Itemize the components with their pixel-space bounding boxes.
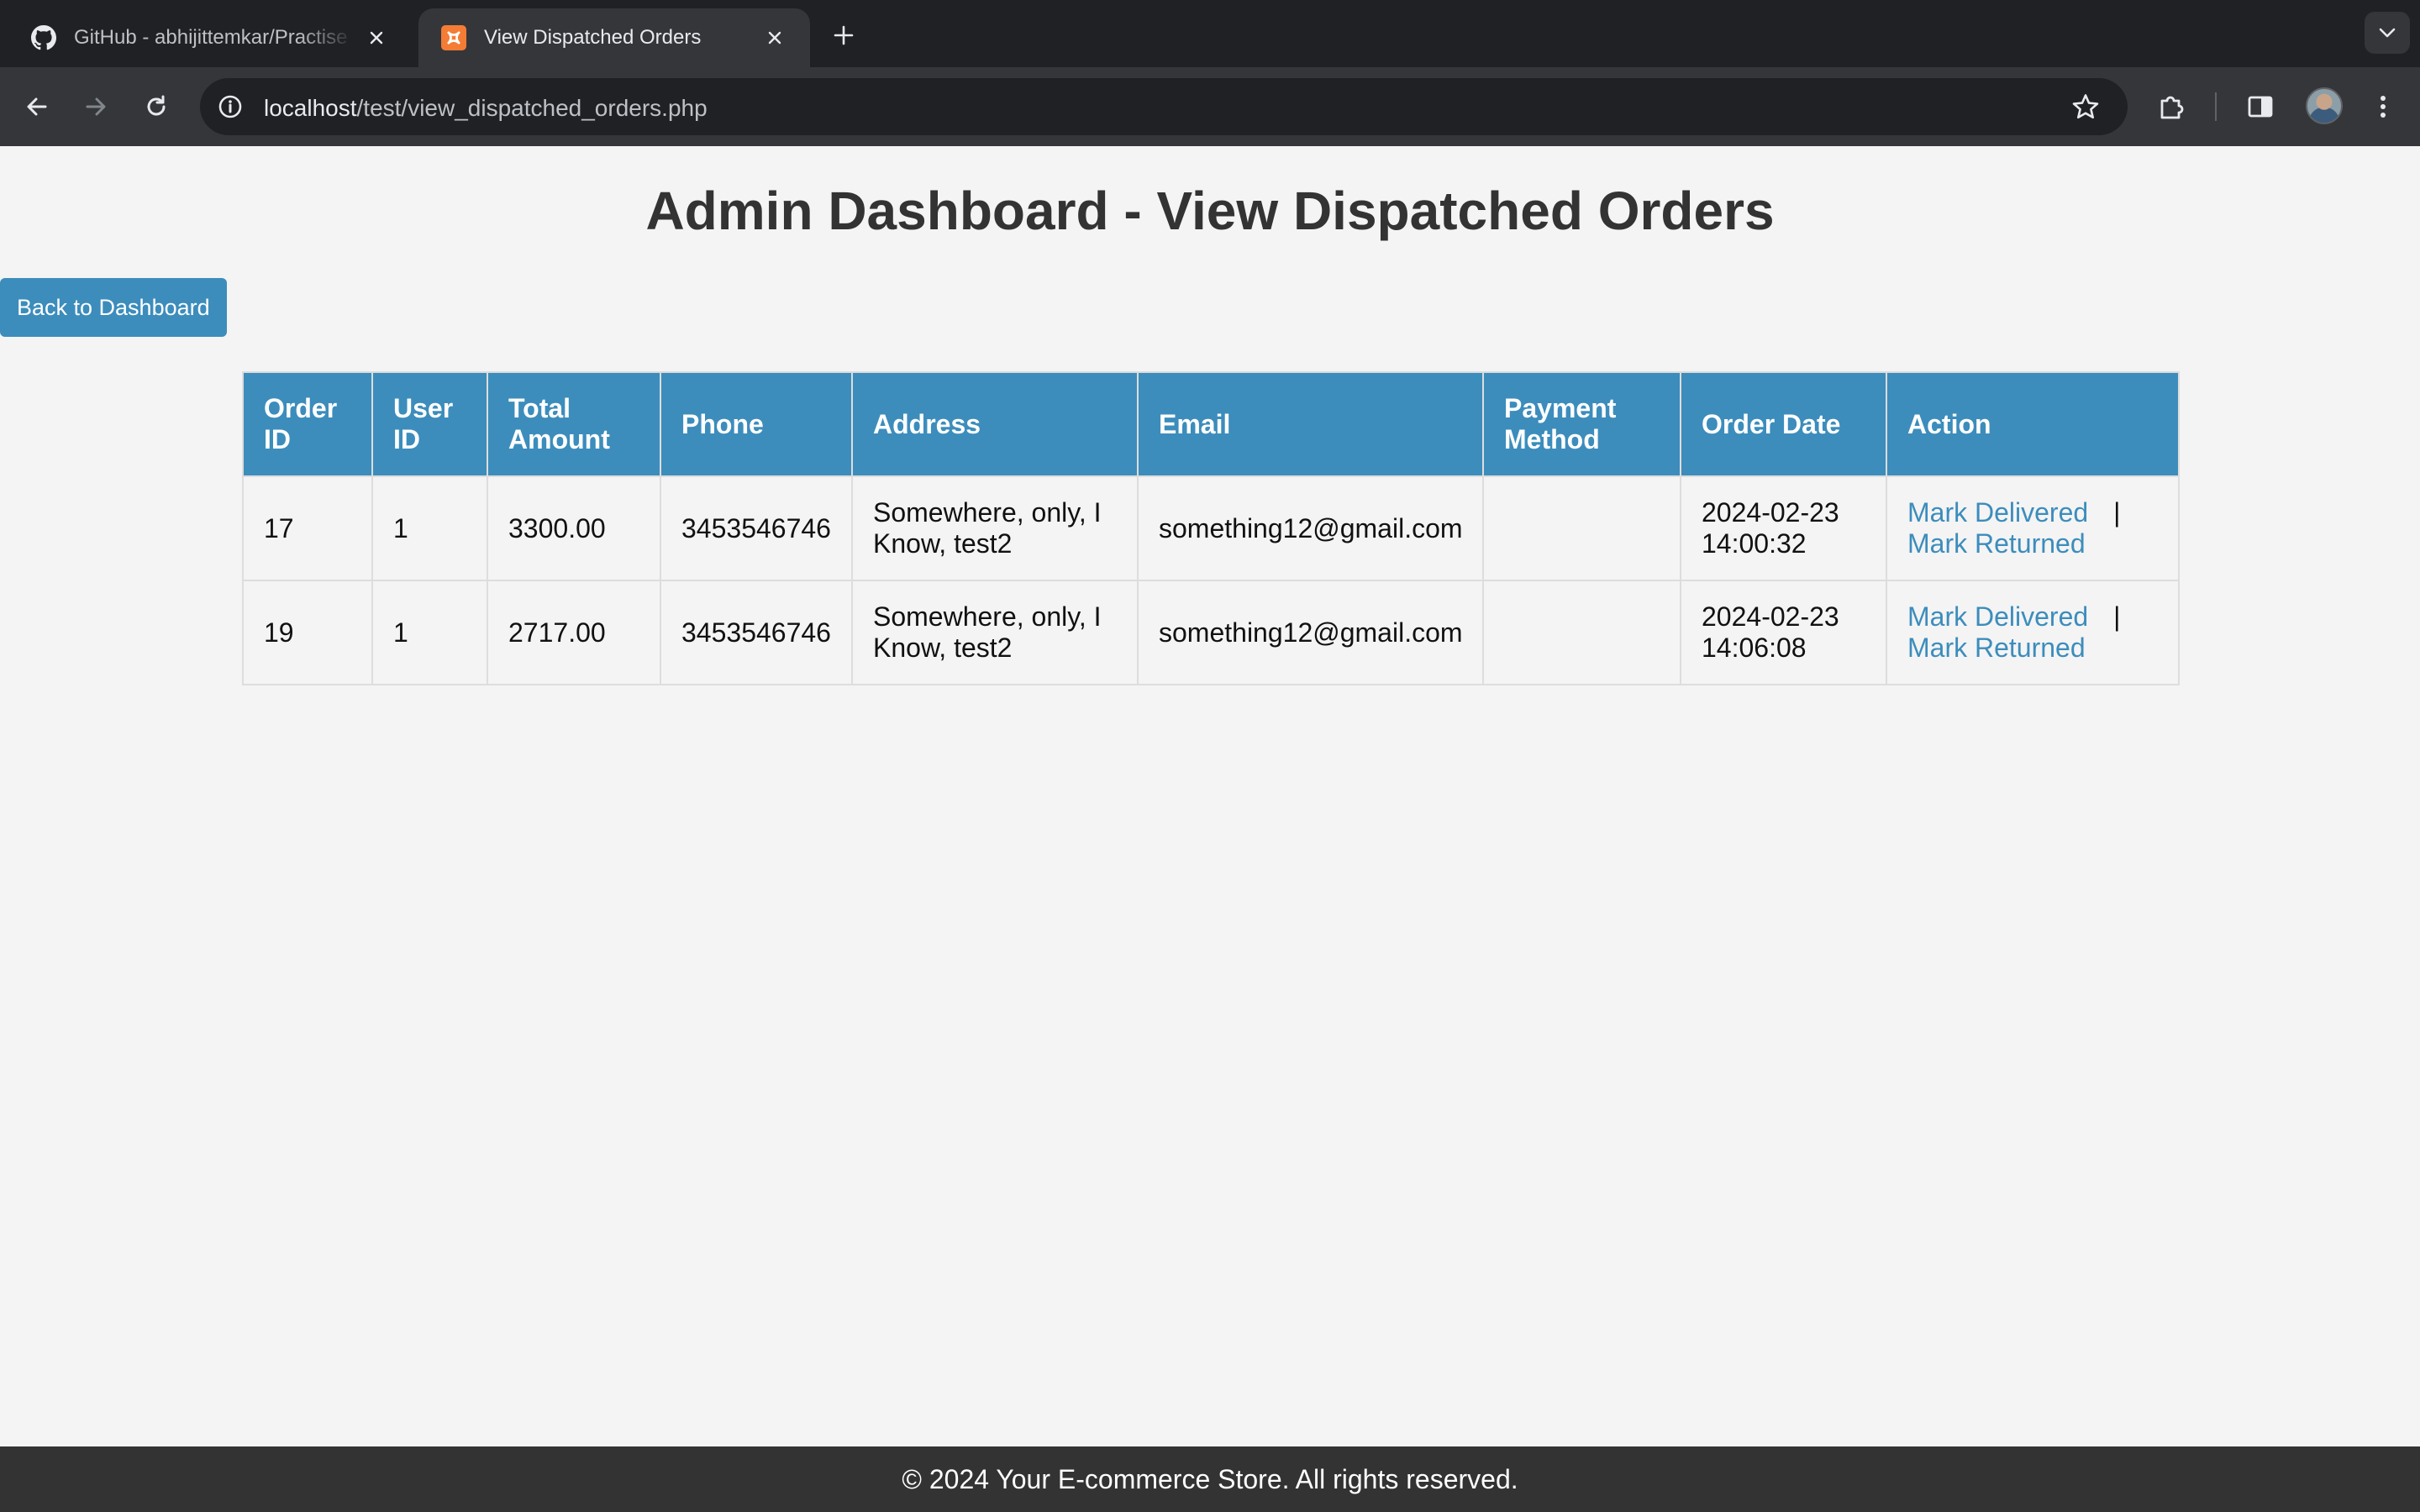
table-row: 17 1 3300.00 3453546746 Somewhere, only,… [242, 475, 2180, 581]
column-header: Payment Method [1482, 371, 1681, 477]
more-menu-icon[interactable] [2365, 88, 2402, 125]
url-text: localhost/test/view_dispatched_orders.ph… [264, 95, 708, 122]
total-amount-cell: 3300.00 [487, 475, 661, 581]
order-date-cell: 2024-02-23 14:00:32 [1680, 475, 1887, 581]
site-info-icon[interactable] [215, 92, 245, 122]
browser-tab-bar: GitHub - abhijittemkar/Practise View Dis… [0, 0, 2420, 67]
extensions-puzzle-icon[interactable] [2153, 88, 2190, 125]
page-title: Admin Dashboard - View Dispatched Orders [645, 181, 1775, 241]
order-id-cell: 17 [242, 475, 373, 581]
dispatched-orders-table: Order ID User ID Total Amount Phone Addr… [242, 371, 2180, 685]
side-panel-icon[interactable] [2242, 88, 2279, 125]
mark-delivered-link[interactable]: Mark Delivered [1907, 497, 2088, 528]
footer-copyright: © 2024 Your E-commerce Store. All rights… [902, 1463, 1518, 1494]
column-header: Total Amount [487, 371, 661, 477]
url-host: localhost [264, 95, 357, 121]
mark-returned-link[interactable]: Mark Returned [1907, 528, 2086, 559]
user-id-cell: 1 [371, 475, 488, 581]
page-content: Admin Dashboard - View Dispatched Orders… [0, 146, 2420, 1446]
column-header: Phone [660, 371, 853, 477]
email-cell: something12@gmail.com [1137, 475, 1484, 581]
url-path: /test/view_dispatched_orders.php [356, 95, 708, 121]
profile-avatar[interactable] [2306, 87, 2343, 124]
payment-method-cell [1482, 580, 1681, 685]
address-cell: Somewhere, only, I Know, test2 [851, 580, 1139, 685]
back-to-dashboard-button[interactable]: Back to Dashboard [0, 278, 227, 337]
forward-arrow-icon[interactable] [77, 88, 114, 125]
address-bar[interactable]: localhost/test/view_dispatched_orders.ph… [200, 78, 2128, 135]
payment-method-cell [1482, 475, 1681, 581]
email-cell: something12@gmail.com [1137, 580, 1484, 685]
page-footer: © 2024 Your E-commerce Store. All rights… [0, 1446, 2420, 1512]
tab-view-dispatched-orders[interactable]: View Dispatched Orders [418, 8, 810, 67]
chevron-down-icon [2379, 28, 2396, 38]
column-header: User ID [371, 371, 488, 477]
action-cell: Mark Delivered | Mark Returned [1886, 580, 2180, 685]
phone-cell: 3453546746 [660, 475, 853, 581]
user-id-cell: 1 [371, 580, 488, 685]
action-cell: Mark Delivered | Mark Returned [1886, 475, 2180, 581]
action-separator: | [2113, 601, 2121, 632]
column-header: Order ID [242, 371, 373, 477]
column-header: Order Date [1680, 371, 1887, 477]
tab-title: GitHub - abhijittemkar/Practise [74, 26, 348, 49]
total-amount-cell: 2717.00 [487, 580, 661, 685]
action-separator: | [2113, 497, 2121, 528]
tab-title: View Dispatched Orders [484, 26, 702, 49]
order-id-cell: 19 [242, 580, 373, 685]
column-header: Email [1137, 371, 1484, 477]
column-header: Action [1886, 371, 2180, 477]
new-tab-button[interactable] [829, 20, 859, 50]
reload-icon[interactable] [138, 88, 175, 125]
plus-icon [834, 25, 854, 45]
tab-github[interactable]: GitHub - abhijittemkar/Practise [8, 8, 412, 67]
phone-cell: 3453546746 [660, 580, 853, 685]
order-date-cell: 2024-02-23 14:06:08 [1680, 580, 1887, 685]
mark-delivered-link[interactable]: Mark Delivered [1907, 601, 2088, 632]
address-cell: Somewhere, only, I Know, test2 [851, 475, 1139, 581]
github-icon [30, 24, 57, 51]
close-tab-icon[interactable] [363, 24, 390, 51]
toolbar-divider [2215, 92, 2217, 121]
table-row: 19 1 2717.00 3453546746 Somewhere, only,… [242, 580, 2180, 685]
column-header: Address [851, 371, 1139, 477]
mark-returned-link[interactable]: Mark Returned [1907, 633, 2086, 663]
xampp-icon [440, 24, 467, 51]
table-header-row: Order ID User ID Total Amount Phone Addr… [242, 371, 2180, 477]
tab-search-button[interactable] [2365, 12, 2410, 54]
back-arrow-icon[interactable] [18, 88, 55, 125]
close-tab-icon[interactable] [761, 24, 788, 51]
bookmark-star-icon[interactable] [2069, 90, 2102, 123]
browser-toolbar: localhost/test/view_dispatched_orders.ph… [0, 67, 2420, 146]
